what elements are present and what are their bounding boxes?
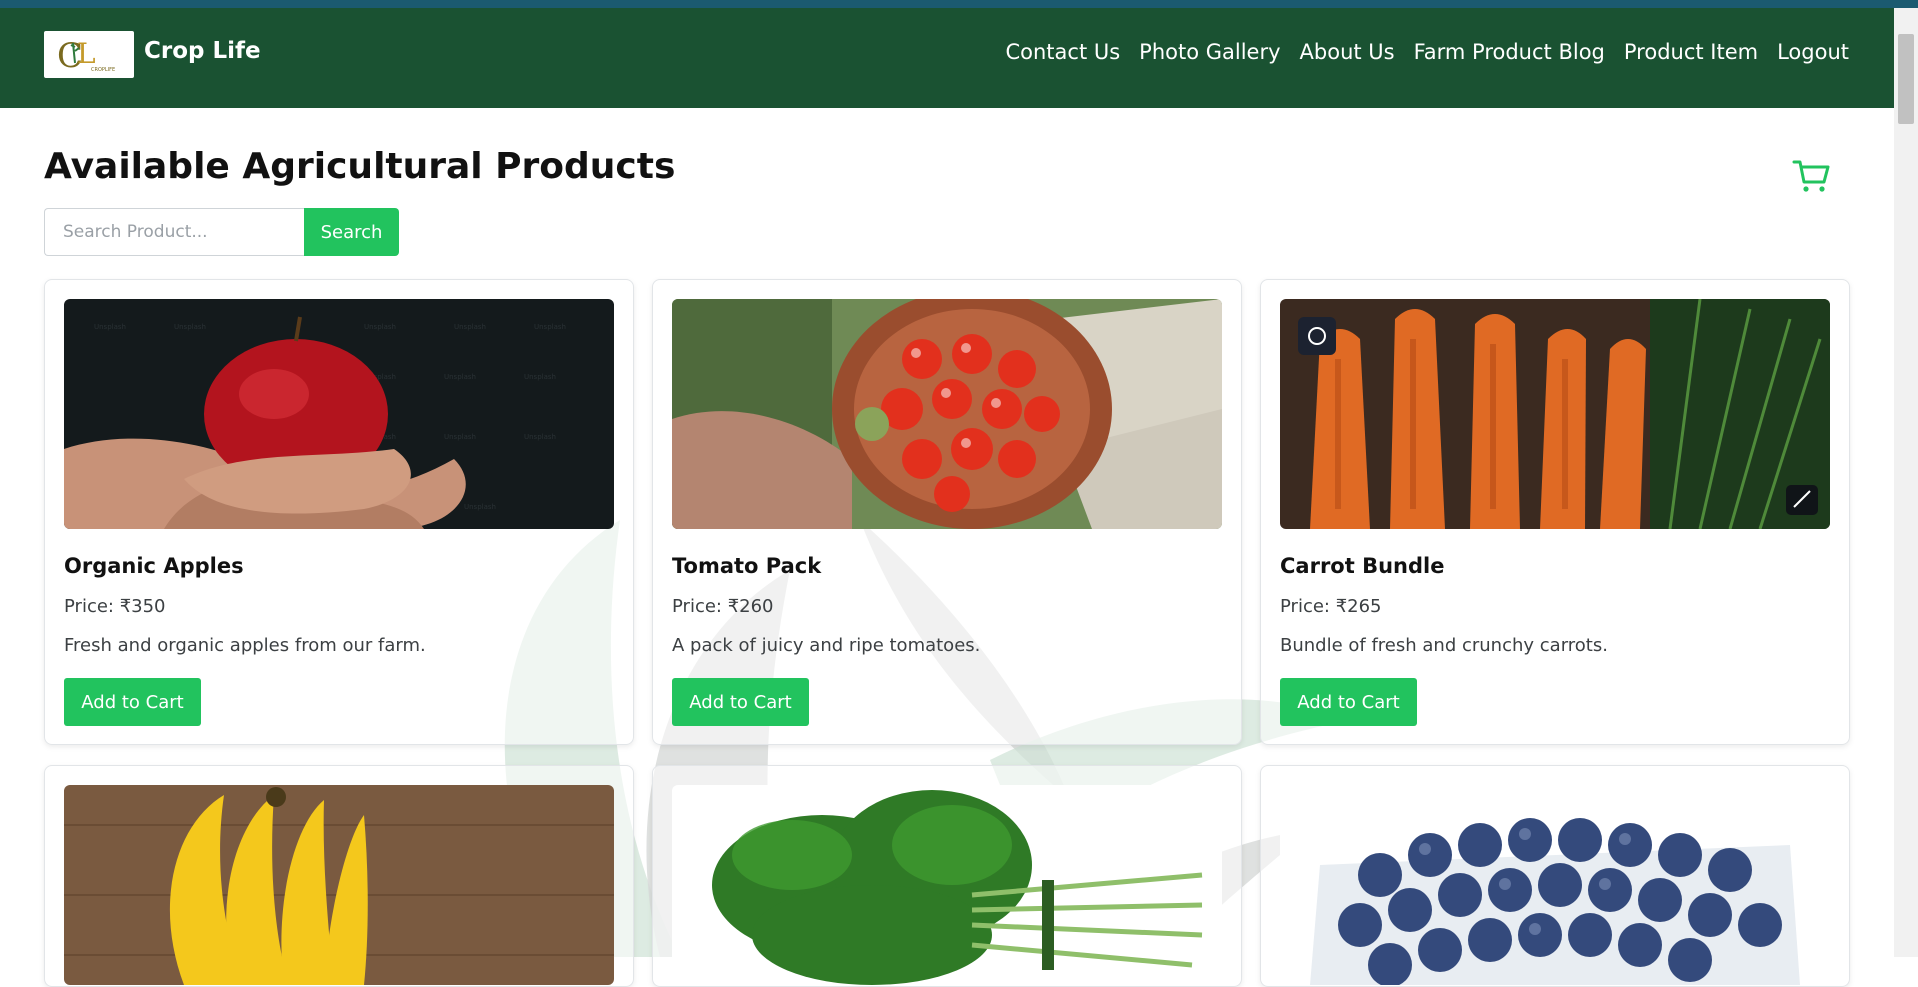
main-nav: Contact Us Photo Gallery About Us Farm P… xyxy=(1005,40,1849,64)
product-title: Carrot Bundle xyxy=(1280,554,1445,578)
product-image-apples: Unsplash Unsplash Unsplash Unsplash Unsplash… xyxy=(64,299,614,529)
product-card-tomato-pack: Tomato Pack Price: ₹260 A pack of juicy … xyxy=(652,279,1242,745)
page-scrollbar[interactable] xyxy=(1894,8,1918,957)
svg-text:Unsplash: Unsplash xyxy=(364,323,396,331)
svg-text:Unsplash: Unsplash xyxy=(454,323,486,331)
product-image-spinach xyxy=(672,785,1222,985)
product-description: A pack of juicy and ripe tomatoes. xyxy=(672,635,981,656)
product-card-carrot-bundle: Carrot Bundle Price: ₹265 Bundle of fres… xyxy=(1260,279,1850,745)
brand-name[interactable]: Crop Life xyxy=(144,38,261,64)
svg-text:Unsplash: Unsplash xyxy=(444,373,476,381)
search-button[interactable]: Search xyxy=(304,208,399,256)
nav-about-us[interactable]: About Us xyxy=(1300,40,1395,64)
add-to-cart-button[interactable]: Add to Cart xyxy=(64,678,201,726)
nav-photo-gallery[interactable]: Photo Gallery xyxy=(1139,40,1280,64)
svg-text:Unsplash: Unsplash xyxy=(464,503,496,511)
product-image-blueberries xyxy=(1280,785,1830,985)
svg-text:Unsplash: Unsplash xyxy=(94,323,126,331)
svg-text:Unsplash: Unsplash xyxy=(444,433,476,441)
svg-text:Unsplash: Unsplash xyxy=(174,323,206,331)
nav-farm-product-blog[interactable]: Farm Product Blog xyxy=(1414,40,1605,64)
svg-text:L: L xyxy=(77,37,96,70)
product-price: Price: ₹350 xyxy=(64,596,166,617)
product-title: Tomato Pack xyxy=(672,554,822,578)
product-card-spinach xyxy=(652,765,1242,987)
brand-logo[interactable]: C L CROPLIFE xyxy=(44,31,134,78)
nav-product-item[interactable]: Product Item xyxy=(1624,40,1758,64)
page-title: Available Agricultural Products xyxy=(44,146,676,187)
product-image-carrots xyxy=(1280,299,1830,529)
top-stripe xyxy=(0,0,1918,8)
product-card-bananas xyxy=(44,765,634,987)
product-image-bananas xyxy=(64,785,614,985)
svg-text:Unsplash: Unsplash xyxy=(524,433,556,441)
svg-text:CROPLIFE: CROPLIFE xyxy=(91,67,115,73)
nav-contact-us[interactable]: Contact Us xyxy=(1005,40,1120,64)
product-description: Bundle of fresh and crunchy carrots. xyxy=(1280,635,1608,656)
product-image-tomatoes xyxy=(672,299,1222,529)
add-to-cart-button[interactable]: Add to Cart xyxy=(1280,678,1417,726)
product-price: Price: ₹260 xyxy=(672,596,774,617)
product-title: Organic Apples xyxy=(64,554,244,578)
product-card-organic-apples: Unsplash Unsplash Unsplash Unsplash Unsplash… xyxy=(44,279,634,745)
add-to-cart-button[interactable]: Add to Cart xyxy=(672,678,809,726)
svg-text:Unsplash: Unsplash xyxy=(524,373,556,381)
top-navbar: C L CROPLIFE Crop Life Contact Us Photo … xyxy=(0,8,1894,108)
svg-text:Unsplash: Unsplash xyxy=(534,323,566,331)
search-input[interactable] xyxy=(44,208,304,256)
product-description: Fresh and organic apples from our farm. xyxy=(64,635,426,656)
scrollbar-thumb[interactable] xyxy=(1898,34,1914,124)
cart-icon[interactable] xyxy=(1792,156,1832,196)
search-bar: Search xyxy=(44,208,399,256)
product-price: Price: ₹265 xyxy=(1280,596,1382,617)
nav-logout[interactable]: Logout xyxy=(1777,40,1849,64)
product-card-blueberries xyxy=(1260,765,1850,987)
